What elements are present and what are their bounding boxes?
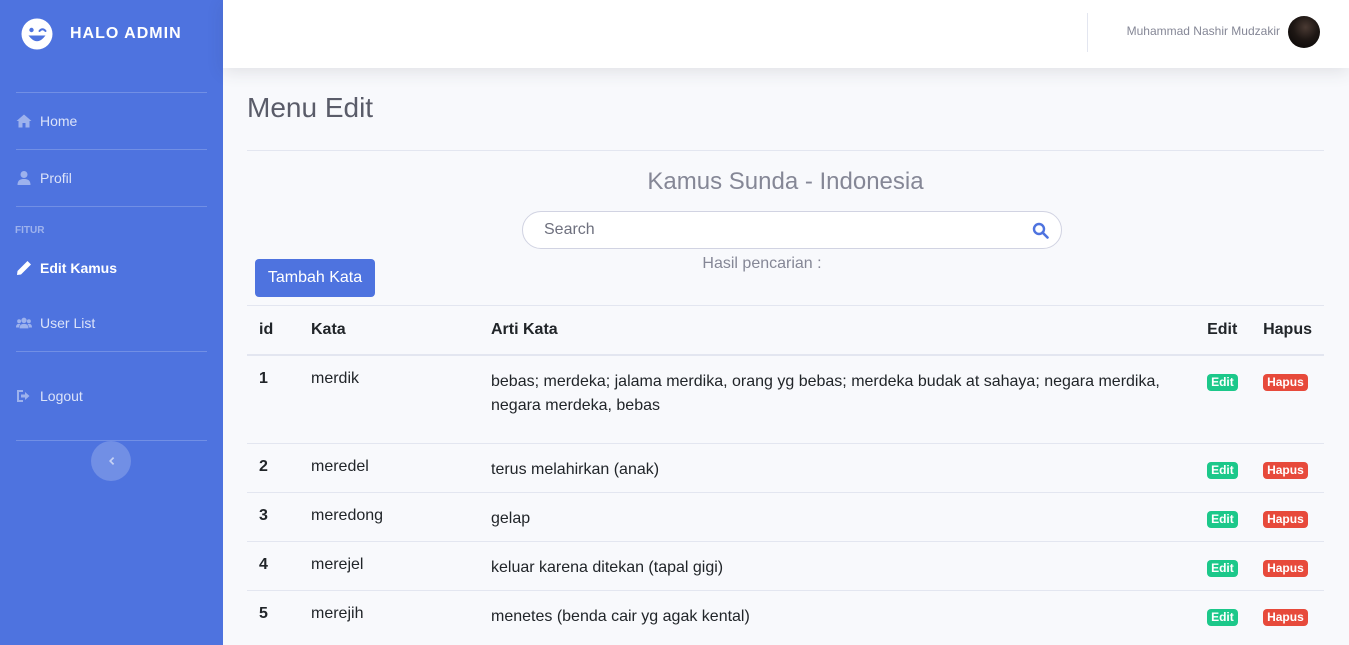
search-bar (522, 211, 1062, 249)
cell-kata: meredong (299, 492, 479, 542)
section-title: Kamus Sunda - Indonesia (647, 168, 924, 195)
cell-arti: bebas; merdeka; jalama merdika, orang yg… (479, 354, 1196, 444)
sidebar-toggle-button[interactable] (91, 441, 131, 481)
cell-hapus: Hapus (1251, 443, 1324, 493)
column-header-edit: Edit (1195, 305, 1252, 356)
sidebar-item-label: Profil (40, 170, 72, 186)
sidebar: HALO ADMIN Home Profil FITUR Edit Kamus … (0, 0, 223, 645)
edit-button[interactable]: Edit (1207, 373, 1238, 391)
search-result-label: Hasil pencarian : (702, 255, 822, 272)
sidebar-item-user-list[interactable]: User List (0, 295, 223, 351)
cell-arti: terus melahirkan (anak) (479, 443, 1196, 493)
table-header-row: id Kata Arti Kata Edit Hapus (247, 305, 1324, 356)
brand[interactable]: HALO ADMIN (0, 0, 223, 68)
cell-edit: Edit (1195, 354, 1252, 444)
content-divider (247, 150, 1324, 151)
cell-kata: merdik (299, 354, 479, 444)
cell-edit: Edit (1195, 541, 1252, 591)
cell-kata: merejel (299, 541, 479, 591)
cell-arti: menetes (benda cair yg agak kental) (479, 590, 1196, 640)
cell-id: 2 (247, 443, 299, 493)
table-row: 2 meredel terus melahirkan (anak) Edit H… (247, 443, 1324, 493)
edit-button[interactable]: Edit (1207, 462, 1238, 479)
cell-edit: Edit (1195, 590, 1252, 640)
cell-kata: merejih (299, 590, 479, 640)
cell-hapus: Hapus (1251, 492, 1324, 542)
search-icon[interactable] (1032, 222, 1049, 239)
home-icon (16, 113, 32, 129)
sidebar-item-profil[interactable]: Profil (0, 150, 223, 206)
column-header-hapus: Hapus (1251, 305, 1324, 356)
sidebar-item-edit-kamus[interactable]: Edit Kamus (0, 241, 223, 295)
sidebar-item-home[interactable]: Home (0, 93, 223, 149)
search-input[interactable] (544, 221, 1032, 239)
brand-name: HALO ADMIN (70, 25, 182, 42)
cell-hapus: Hapus (1251, 354, 1324, 444)
edit-button[interactable]: Edit (1207, 560, 1238, 577)
sidebar-item-label: Home (40, 113, 78, 129)
cell-arti: gelap (479, 492, 1196, 542)
topbar: Muhammad Nashir Mudzakir (223, 0, 1349, 68)
users-icon (16, 315, 32, 331)
edit-button[interactable]: Edit (1207, 609, 1238, 626)
user-name[interactable]: Muhammad Nashir Mudzakir (1127, 24, 1280, 38)
laugh-wink-icon (21, 18, 53, 50)
sidebar-item-label: User List (40, 315, 96, 331)
chevron-left-icon (109, 457, 115, 465)
sidebar-heading: FITUR (15, 225, 45, 236)
table-row: 5 merejih menetes (benda cair yg agak ke… (247, 590, 1324, 640)
cell-id: 3 (247, 492, 299, 542)
cell-edit: Edit (1195, 443, 1252, 493)
cell-arti: keluar karena ditekan (tapal gigi) (479, 541, 1196, 591)
delete-button[interactable]: Hapus (1263, 609, 1308, 626)
add-word-button[interactable]: Tambah Kata (255, 259, 375, 297)
table-row: 4 merejel keluar karena ditekan (tapal g… (247, 541, 1324, 591)
cell-kata: meredel (299, 443, 479, 493)
cell-id: 5 (247, 590, 299, 640)
edit-button[interactable]: Edit (1207, 511, 1238, 528)
topbar-divider (1087, 13, 1088, 52)
column-header-arti-kata: Arti Kata (479, 305, 1196, 356)
cell-hapus: Hapus (1251, 590, 1324, 640)
column-header-id: id (247, 305, 299, 356)
cell-hapus: Hapus (1251, 541, 1324, 591)
delete-button[interactable]: Hapus (1263, 560, 1308, 577)
user-icon (16, 170, 32, 186)
cell-id: 4 (247, 541, 299, 591)
pencil-icon (16, 260, 32, 276)
dictionary-table: id Kata Arti Kata Edit Hapus 1 merdik be… (247, 305, 1324, 640)
delete-button[interactable]: Hapus (1263, 373, 1308, 391)
sign-out-icon (16, 388, 32, 404)
avatar[interactable] (1288, 16, 1320, 48)
table-row: 1 merdik bebas; merdeka; jalama merdika,… (247, 354, 1324, 444)
cell-id: 1 (247, 354, 299, 444)
page-title: Menu Edit (247, 92, 374, 123)
sidebar-item-label: Edit Kamus (40, 260, 118, 276)
delete-button[interactable]: Hapus (1263, 462, 1308, 479)
sidebar-item-label: Logout (40, 388, 83, 404)
sidebar-item-logout[interactable]: Logout (0, 352, 223, 440)
column-header-kata: Kata (299, 305, 479, 356)
table-row: 3 meredong gelap Edit Hapus (247, 492, 1324, 542)
cell-edit: Edit (1195, 492, 1252, 542)
delete-button[interactable]: Hapus (1263, 511, 1308, 528)
